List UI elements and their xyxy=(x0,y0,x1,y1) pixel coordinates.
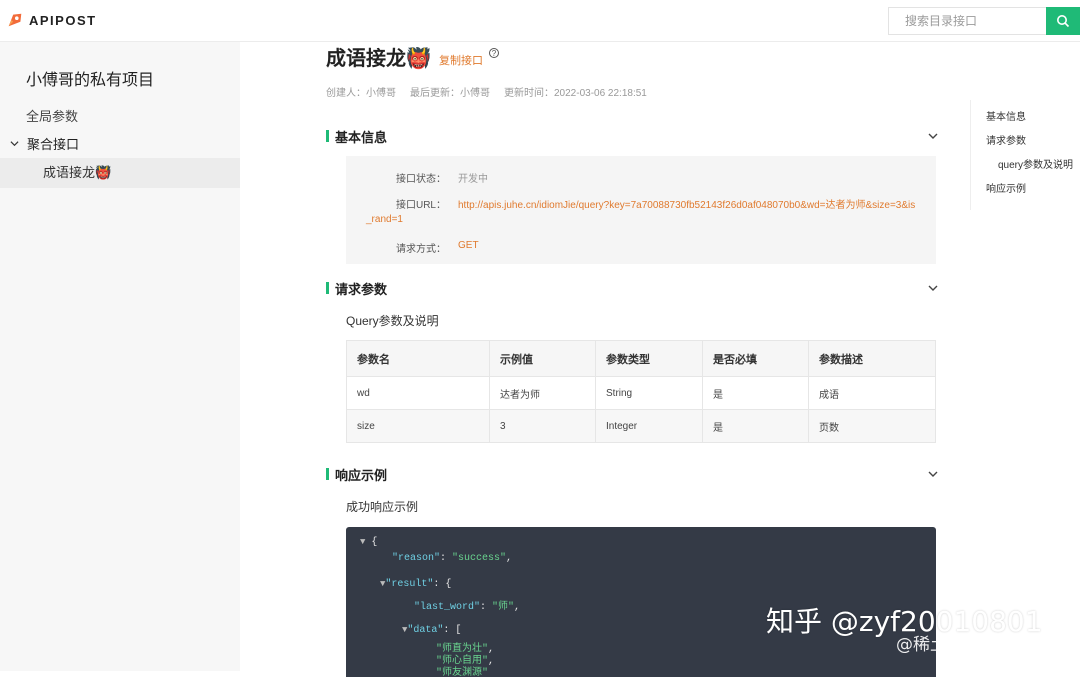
sidebar: 小傅哥的私有项目 全局参数 聚合接口 成语接龙👹 xyxy=(0,42,240,671)
chevron-down-icon[interactable] xyxy=(928,469,938,479)
update-time-text: 更新时间：2022-03-06 22:18:51 xyxy=(504,88,647,99)
toc-item-query-params[interactable]: query参数及说明 xyxy=(998,156,1073,171)
status-label: 接口状态： xyxy=(396,174,446,185)
table-cell: String xyxy=(595,376,703,410)
last-update-text: 最后更新：小傅哥 xyxy=(410,88,490,99)
section-title: 响应示例 xyxy=(335,467,388,483)
copy-api-link[interactable]: 复制接口 xyxy=(439,52,483,68)
table-cell: 是 xyxy=(702,376,809,410)
top-bar: APIPOST xyxy=(0,0,1080,42)
section-marker xyxy=(326,282,329,294)
table-row: size 3 Integer 是 页数 xyxy=(346,409,936,443)
section-request-params[interactable]: 请求参数 xyxy=(326,278,938,298)
code-line: ▼"result": { xyxy=(380,579,452,590)
response-subtitle: 成功响应示例 xyxy=(346,500,419,514)
table-cell: 是 xyxy=(702,409,809,443)
code-line: ▼ { xyxy=(360,537,378,548)
api-meta: 创建人：小傅哥 最后更新：小傅哥 更新时间：2022-03-06 22:18:5… xyxy=(326,84,647,99)
code-line: "reason": "success", xyxy=(392,553,513,564)
chevron-down-icon xyxy=(10,141,19,147)
watermark-juejin: @稀土掘金技术社区 xyxy=(896,635,1049,655)
code-line: ▼"data": [ xyxy=(402,625,462,636)
table-cell: size xyxy=(346,409,490,443)
search-button[interactable] xyxy=(1046,7,1080,35)
url-value-line2[interactable]: _rand=1 xyxy=(366,214,403,225)
col-header: 参数名 xyxy=(346,340,490,377)
sidebar-item-global-params[interactable]: 全局参数 xyxy=(26,106,78,125)
chevron-down-icon[interactable] xyxy=(928,131,938,141)
section-title: 请求参数 xyxy=(335,281,388,297)
table-header-row: 参数名 示例值 参数类型 是否必填 参数描述 xyxy=(346,340,936,377)
table-cell: wd xyxy=(346,376,490,410)
table-cell: 页数 xyxy=(808,409,936,443)
toc-item-response-example[interactable]: 响应示例 xyxy=(986,180,1026,195)
table-cell: 达者为师 xyxy=(489,376,596,410)
logo-text: APIPOST xyxy=(29,12,97,28)
sidebar-item-idiom[interactable]: 成语接龙👹 xyxy=(0,158,240,188)
code-line: "last_word": "师", xyxy=(414,602,521,613)
section-marker xyxy=(326,130,329,142)
table-row: wd 达者为师 String 是 成语 xyxy=(346,376,936,410)
basic-info-box: 接口状态： 开发中 接口URL： http://apis.juhe.cn/idi… xyxy=(346,156,936,264)
method-value: GET xyxy=(458,240,479,251)
apipost-logo[interactable]: APIPOST xyxy=(6,11,97,29)
col-header: 示例值 xyxy=(489,340,596,377)
table-of-contents: 基本信息 请求参数 query参数及说明 响应示例 xyxy=(970,100,1080,210)
toc-item-basic-info[interactable]: 基本信息 xyxy=(986,108,1026,123)
sidebar-group-label: 聚合接口 xyxy=(27,137,80,152)
query-params-subtitle: Query参数及说明 xyxy=(346,314,439,328)
table-cell: 成语 xyxy=(808,376,936,410)
col-header: 是否必填 xyxy=(702,340,809,377)
code-line: "师友渊源" xyxy=(436,668,489,679)
url-value-line1[interactable]: http://apis.juhe.cn/idiomJie/query?key=7… xyxy=(458,196,915,211)
section-basic-info[interactable]: 基本信息 xyxy=(326,126,938,146)
project-title: 小傅哥的私有项目 xyxy=(26,72,155,89)
main-content: 成语接龙👹 复制接口 ? 创建人：小傅哥 最后更新：小傅哥 更新时间：2022-… xyxy=(240,42,970,679)
collapse-triangle-icon[interactable]: ▼ xyxy=(360,537,365,547)
method-label: 请求方式： xyxy=(396,244,446,255)
table-cell: 3 xyxy=(489,409,596,443)
section-marker xyxy=(326,468,329,480)
toc-item-request-params[interactable]: 请求参数 xyxy=(986,132,1026,147)
chevron-down-icon[interactable] xyxy=(928,283,938,293)
section-response-example[interactable]: 响应示例 xyxy=(326,464,938,484)
search-input[interactable] xyxy=(888,7,1046,35)
sidebar-group-aggregate[interactable]: 聚合接口 xyxy=(10,134,79,153)
col-header: 参数类型 xyxy=(595,340,703,377)
search-icon xyxy=(1057,15,1070,28)
creator-text: 创建人：小傅哥 xyxy=(326,88,396,99)
section-title: 基本信息 xyxy=(335,129,388,145)
params-table: 参数名 示例值 参数类型 是否必填 参数描述 wd 达者为师 String 是 … xyxy=(346,340,936,443)
col-header: 参数描述 xyxy=(808,340,936,377)
table-cell: Integer xyxy=(595,409,703,443)
rocket-icon xyxy=(8,13,22,27)
search-bar xyxy=(888,7,1080,35)
url-label: 接口URL： xyxy=(395,200,446,211)
help-icon[interactable]: ? xyxy=(489,48,499,58)
page-title: 成语接龙👹 xyxy=(326,48,431,70)
status-value: 开发中 xyxy=(458,174,488,185)
